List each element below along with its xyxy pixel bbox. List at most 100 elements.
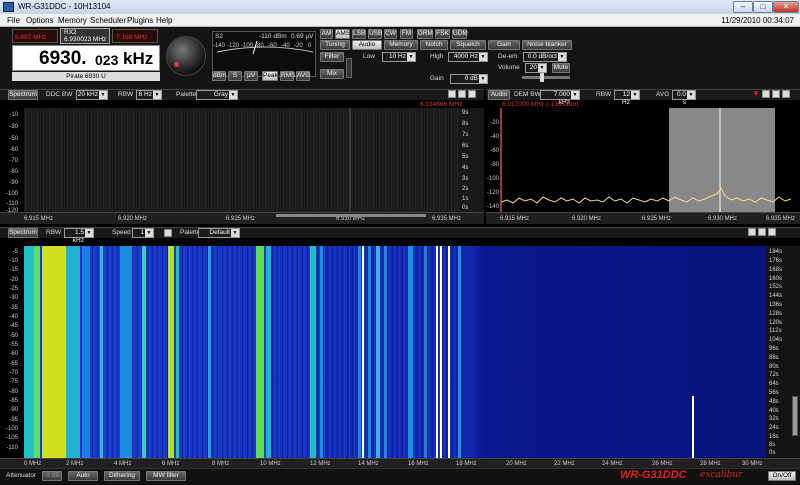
frequency-display[interactable]: 6930. 023 kHz bbox=[12, 45, 160, 71]
ddc-rbw-dropdown[interactable]: 6 Hz bbox=[136, 90, 162, 100]
menu-help[interactable]: Help bbox=[156, 16, 172, 25]
audio-x-2: 6.925 MHz bbox=[642, 216, 672, 222]
marker-icon[interactable]: ▼ bbox=[752, 89, 760, 98]
tab-memory[interactable]: Memory bbox=[384, 40, 418, 50]
minimize-button[interactable]: ‒ bbox=[733, 1, 753, 13]
s-scale-2: -100 bbox=[241, 43, 254, 49]
dithering-button[interactable]: Dithering bbox=[104, 471, 140, 481]
wide-y-18: -95 bbox=[9, 417, 18, 423]
meter-avg-button[interactable]: AVG bbox=[296, 71, 310, 81]
wide-rbw-dropdown[interactable]: 1.5 kHz bbox=[64, 228, 94, 244]
ddc-r-1: 8s bbox=[462, 121, 469, 127]
mode-lsb[interactable]: LSB bbox=[352, 29, 366, 39]
audio-rbw-label: RBW bbox=[596, 91, 612, 98]
wide-settings-icon[interactable] bbox=[768, 228, 776, 236]
meter-uv-button[interactable]: µV bbox=[244, 71, 258, 81]
tab-squelch[interactable]: Squelch bbox=[450, 40, 486, 50]
wide-x-8: 16 MHz bbox=[408, 461, 429, 467]
ddc-bw-dropdown[interactable]: 20 kHz bbox=[76, 90, 108, 100]
tab-notch[interactable]: Notch bbox=[420, 40, 448, 50]
wide-r-23: 0s bbox=[769, 450, 776, 456]
tab-gain[interactable]: Gain bbox=[488, 40, 520, 50]
wide-save-icon[interactable] bbox=[748, 228, 756, 236]
mode-cw[interactable]: CW bbox=[384, 29, 397, 39]
meter-rms-button[interactable]: RMS bbox=[280, 71, 295, 81]
rx3-selector[interactable]: 7.168 MHz bbox=[112, 29, 158, 43]
filter-button[interactable]: Filter bbox=[320, 52, 344, 62]
audio-settings-icon[interactable] bbox=[782, 90, 790, 98]
audio-spectrum-plot[interactable] bbox=[500, 108, 794, 212]
wide-time-scrollbar[interactable] bbox=[792, 396, 798, 436]
ddc-scrollbar[interactable] bbox=[276, 214, 426, 217]
ddc-save-icon[interactable] bbox=[448, 90, 456, 98]
wide-r-15: 64s bbox=[769, 381, 779, 387]
close-button[interactable]: ✕ bbox=[773, 1, 799, 13]
mute-button[interactable]: Mute bbox=[552, 63, 570, 73]
wide-r-12: 88s bbox=[769, 355, 779, 361]
window-titlebar: WR-G31DDC - 10H13104 ‒ □ ✕ bbox=[0, 0, 800, 14]
attenuator-value[interactable]: -3 dB bbox=[42, 471, 62, 481]
ddc-y-2: -50 bbox=[9, 136, 18, 142]
menu-plugins[interactable]: Plugins bbox=[127, 16, 153, 25]
wide-y-axis: -5 -10 -15 -20 -25 -30 -35 -40 -45 -50 -… bbox=[0, 246, 24, 458]
deem-dropdown[interactable]: 0.0 dB/oct bbox=[523, 52, 567, 62]
menu-memory[interactable]: Memory bbox=[58, 16, 87, 25]
meter-s-button[interactable]: S bbox=[228, 71, 242, 81]
on-off-button[interactable]: On/Off bbox=[768, 471, 796, 481]
dem-bw-dropdown[interactable]: 7.000 kHz bbox=[540, 90, 580, 106]
mode-am[interactable]: AM bbox=[320, 29, 333, 39]
volume-slider-thumb[interactable] bbox=[540, 73, 544, 82]
mode-drm[interactable]: DRM bbox=[417, 29, 433, 39]
volume-dropdown[interactable]: 20 bbox=[525, 63, 547, 73]
ddc-palette-dropdown[interactable]: Gray bbox=[196, 90, 238, 100]
gain-dropdown[interactable]: 0 dB bbox=[450, 74, 488, 84]
rx2-selector[interactable]: RX2 6.930023 MHz bbox=[60, 28, 110, 44]
low-dropdown[interactable]: 10 Hz bbox=[382, 52, 416, 62]
wide-palette-dropdown[interactable]: Default bbox=[198, 228, 240, 238]
attenuator-label: Attenuator bbox=[6, 472, 36, 479]
volume-label: Volume bbox=[498, 64, 520, 71]
ddc-r-0: 9s bbox=[462, 110, 469, 116]
rx1-selector[interactable]: 8.897 MHz bbox=[12, 29, 58, 43]
s-scale-7: 0 bbox=[308, 43, 312, 49]
menu-bar: File Options Memory Scheduler Plugins He… bbox=[0, 14, 800, 27]
tuning-knob[interactable] bbox=[166, 36, 206, 76]
ddc-spectrum-button[interactable]: Spectrum bbox=[8, 90, 38, 100]
high-dropdown[interactable]: 4000 Hz bbox=[448, 52, 488, 62]
tab-tuning[interactable]: Tuning bbox=[320, 40, 350, 50]
mode-usb[interactable]: USB bbox=[368, 29, 382, 39]
audio-spectrum-button[interactable]: Audio bbox=[488, 90, 510, 100]
meter-dbm-button[interactable]: dBm bbox=[212, 71, 226, 81]
volume-slider[interactable] bbox=[522, 73, 570, 82]
maximize-button[interactable]: □ bbox=[753, 1, 773, 13]
avg-dropdown[interactable]: 0.0 s bbox=[672, 90, 696, 106]
wide-print-icon[interactable] bbox=[758, 228, 766, 236]
mode-fm[interactable]: FM bbox=[400, 29, 413, 39]
ddc-waterfall[interactable] bbox=[24, 108, 458, 212]
menu-file[interactable]: File bbox=[7, 16, 20, 25]
mode-fsk[interactable]: FSK bbox=[435, 29, 450, 39]
wide-y-10: -55 bbox=[9, 342, 18, 348]
menu-options[interactable]: Options bbox=[26, 16, 54, 25]
menu-scheduler[interactable]: Scheduler bbox=[90, 16, 126, 25]
ddc-print-icon[interactable] bbox=[458, 90, 466, 98]
meter-peak-button[interactable]: Peak bbox=[262, 71, 278, 81]
tab-audio[interactable]: Audio bbox=[352, 40, 382, 50]
ddc-r-8: 1s bbox=[462, 196, 469, 202]
mix-button[interactable]: Mix bbox=[320, 69, 344, 79]
wide-waterfall[interactable] bbox=[24, 246, 766, 458]
wide-spectrum-button[interactable]: Spectrum bbox=[8, 228, 38, 238]
audio-rbw-dropdown[interactable]: 12 Hz bbox=[614, 90, 640, 106]
auto-button[interactable]: Auto bbox=[68, 471, 98, 481]
tab-noise-blanker[interactable]: Noise blanker bbox=[522, 40, 572, 50]
ddc-settings-icon[interactable] bbox=[468, 90, 476, 98]
mix-slider[interactable] bbox=[346, 58, 352, 78]
audio-save-icon[interactable] bbox=[762, 90, 770, 98]
audio-print-icon[interactable] bbox=[772, 90, 780, 98]
mode-ams[interactable]: AMS bbox=[335, 29, 350, 39]
speed-dropdown[interactable]: 1 bbox=[132, 228, 154, 238]
mw-filter-button[interactable]: MW filter bbox=[146, 471, 186, 481]
mode-udm[interactable]: UDM bbox=[452, 29, 468, 39]
speed-label: Speed bbox=[112, 229, 131, 236]
pause-icon[interactable] bbox=[164, 229, 172, 237]
